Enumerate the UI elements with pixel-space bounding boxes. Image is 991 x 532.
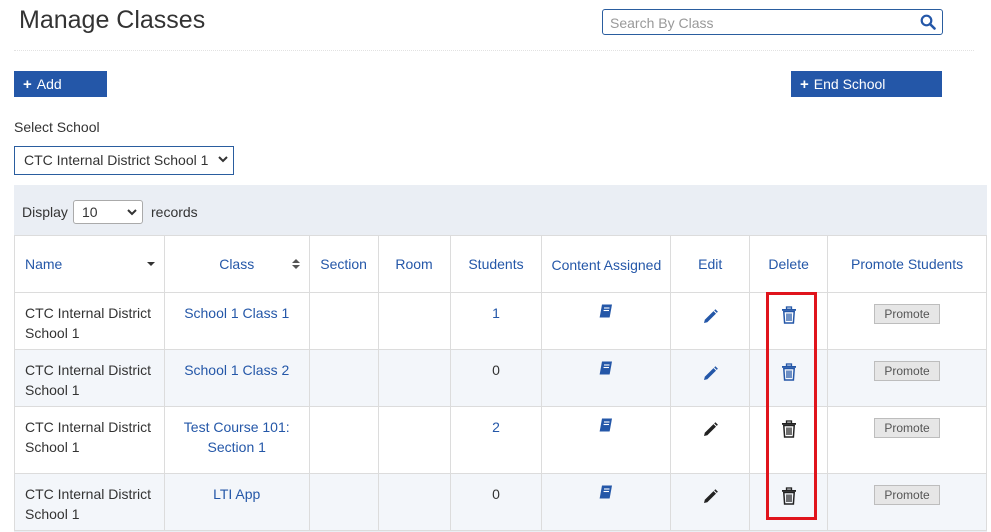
cell-promote: Promote <box>827 473 987 531</box>
select-school-label: Select School <box>14 119 100 135</box>
column-header-delete: Delete <box>749 235 829 293</box>
cell-room <box>377 349 451 407</box>
promote-button[interactable]: Promote <box>874 485 941 505</box>
cell-content-assigned <box>541 349 672 407</box>
table-row: CTC Internal District School 1 LTI App 0… <box>14 473 987 531</box>
table-row: CTC Internal District School 1 Test Cour… <box>14 406 987 474</box>
chevron-down-icon <box>218 156 228 163</box>
school-select[interactable]: CTC Internal District School 1 <box>14 146 234 175</box>
cell-students: 0 <box>449 473 543 531</box>
cell-class: Test Course 101: Section 1 <box>163 406 310 474</box>
trash-icon[interactable] <box>781 306 797 324</box>
search-box <box>602 9 943 35</box>
sort-icon[interactable] <box>291 258 301 270</box>
book-icon[interactable] <box>598 360 614 376</box>
column-header-content-assigned: Content Assigned <box>541 235 672 293</box>
class-link[interactable]: Test Course 101: Section 1 <box>184 419 290 455</box>
cell-room <box>377 406 451 474</box>
students-count-link[interactable]: 2 <box>492 419 500 435</box>
promote-button[interactable]: Promote <box>874 304 941 324</box>
column-header-name[interactable]: Name <box>14 235 165 293</box>
cell-name: CTC Internal District School 1 <box>14 349 165 407</box>
pencil-icon[interactable] <box>701 365 719 383</box>
cell-students: 1 <box>449 292 543 350</box>
pencil-icon[interactable] <box>701 308 719 326</box>
cell-content-assigned <box>541 406 672 474</box>
book-icon[interactable] <box>598 417 614 433</box>
chevron-down-icon <box>127 209 137 216</box>
cell-delete <box>749 292 829 350</box>
cell-class: School 1 Class 2 <box>163 349 310 407</box>
plus-icon: + <box>800 76 809 93</box>
trash-icon[interactable] <box>781 420 797 438</box>
cell-name: CTC Internal District School 1 <box>14 406 165 474</box>
cell-delete <box>749 406 829 474</box>
cell-promote: Promote <box>827 349 987 407</box>
students-count: 0 <box>492 362 500 378</box>
cell-class: LTI App <box>163 473 310 531</box>
cell-edit <box>670 292 751 350</box>
students-count: 0 <box>492 486 500 502</box>
cell-section <box>308 292 379 350</box>
school-select-value: CTC Internal District School 1 <box>24 152 209 168</box>
class-link[interactable]: School 1 Class 1 <box>184 305 289 321</box>
trash-icon[interactable] <box>781 363 797 381</box>
cell-edit <box>670 406 751 474</box>
end-school-session-label: End School Session <box>800 76 886 119</box>
cell-delete <box>749 473 829 531</box>
pencil-icon[interactable] <box>701 488 719 506</box>
cell-class: School 1 Class 1 <box>163 292 310 350</box>
cell-promote: Promote <box>827 406 987 474</box>
promote-button[interactable]: Promote <box>874 418 941 438</box>
promote-button[interactable]: Promote <box>874 361 941 381</box>
column-header-students: Students <box>449 235 543 293</box>
cell-room <box>377 473 451 531</box>
column-header-label: Name <box>25 256 63 272</box>
search-input[interactable] <box>608 13 924 33</box>
plus-icon: + <box>23 76 32 93</box>
sort-desc-icon[interactable] <box>146 258 156 270</box>
book-icon[interactable] <box>598 303 614 319</box>
records-label: records <box>151 204 198 220</box>
end-school-session-button[interactable]: + End School Session <box>791 71 942 119</box>
records-per-page-select[interactable]: 10 <box>73 200 143 224</box>
display-label: Display <box>22 204 68 220</box>
column-header-promote-students: Promote Students <box>827 235 987 293</box>
cell-edit <box>670 473 751 531</box>
cell-promote: Promote <box>827 292 987 350</box>
search-icon[interactable] <box>920 14 936 30</box>
column-header-edit: Edit <box>670 235 751 293</box>
classes-table: Name Class Section Room Students Content… <box>14 235 987 531</box>
cell-section <box>308 406 379 474</box>
column-header-room: Room <box>377 235 451 293</box>
trash-icon[interactable] <box>781 487 797 505</box>
header-divider <box>14 50 974 51</box>
cell-content-assigned <box>541 473 672 531</box>
cell-section <box>308 349 379 407</box>
cell-name: CTC Internal District School 1 <box>14 292 165 350</box>
column-header-class[interactable]: Class <box>163 235 310 293</box>
table-row: CTC Internal District School 1 School 1 … <box>14 292 987 350</box>
cell-students: 0 <box>449 349 543 407</box>
cell-room <box>377 292 451 350</box>
column-header-label: Class <box>219 256 255 272</box>
class-link[interactable]: LTI App <box>213 486 260 502</box>
cell-name: CTC Internal District School 1 <box>14 473 165 531</box>
cell-delete <box>749 349 829 407</box>
records-per-page-value: 10 <box>82 204 98 220</box>
table-row: CTC Internal District School 1 School 1 … <box>14 349 987 407</box>
pencil-icon[interactable] <box>701 421 719 439</box>
book-icon[interactable] <box>598 484 614 500</box>
cell-content-assigned <box>541 292 672 350</box>
add-class-button[interactable]: + Add Class <box>14 71 107 119</box>
cell-edit <box>670 349 751 407</box>
table-header-row: Name Class Section Room Students Content… <box>14 235 987 293</box>
column-header-section: Section <box>308 235 379 293</box>
students-count-link[interactable]: 1 <box>492 305 500 321</box>
page-title: Manage Classes <box>19 6 206 34</box>
cell-section <box>308 473 379 531</box>
cell-students: 2 <box>449 406 543 474</box>
class-link[interactable]: School 1 Class 2 <box>184 362 289 378</box>
